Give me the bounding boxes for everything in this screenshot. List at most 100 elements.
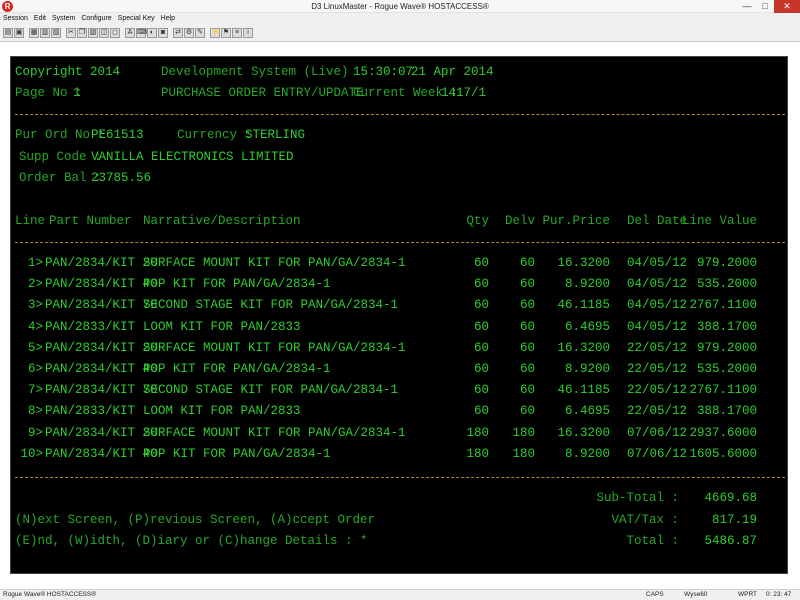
info-icon[interactable]: i [243, 28, 253, 38]
part-number: PAN/2833/KIT [45, 319, 136, 334]
line-description: SECOND STAGE KIT FOR PAN/GA/2834-1 [143, 383, 399, 398]
print-screen-icon[interactable]: ▨ [51, 28, 61, 38]
part-number: PAN/2834/KIT 40 [45, 277, 158, 292]
part-number: PAN/2833/KIT [45, 404, 136, 419]
line-description: POP KIT FOR PAN/GA/2834-1 [143, 362, 331, 376]
line-number: 10> [20, 446, 43, 461]
line-description: LOOM KIT FOR PAN/2833 [143, 404, 301, 419]
line-qty: 60 [473, 277, 489, 292]
line-del-date: 22/05/12 [627, 404, 688, 419]
line-price: 8.9200 [564, 446, 610, 461]
open-icon[interactable]: ▣ [14, 28, 24, 38]
capture-icon[interactable]: ◙ [158, 28, 168, 38]
line-del-date: 22/05/12 [627, 362, 688, 376]
line-number: 6> [27, 362, 43, 376]
terminal-screen[interactable]: Copyright 2014 Development System (Live)… [10, 56, 788, 574]
transfer-icon[interactable]: ⇄ [173, 28, 183, 38]
line-value: 388.1700 [696, 319, 757, 334]
copy-icon[interactable]: ❐ [77, 28, 87, 38]
col-part: Part Number [49, 214, 132, 228]
line-qty: 180 [466, 446, 489, 461]
page-number: 1 [73, 86, 81, 100]
col-narrative: Narrative/Description [143, 214, 301, 228]
col-price: Pur.Price [542, 214, 610, 228]
macro-icon[interactable]: ⚡ [210, 28, 220, 38]
line-value: 979.2000 [696, 256, 757, 270]
line-delivered: 60 [519, 362, 535, 376]
maximize-button[interactable]: □ [756, 0, 774, 13]
options-line-2[interactable]: (E)nd, (W)idth, (D)iary or (C)hange Deta… [15, 533, 368, 549]
part-number: PAN/2834/KIT 70 [45, 298, 158, 313]
keyboard-icon[interactable]: ⌨ [136, 28, 147, 38]
line-number: 3> [27, 298, 43, 313]
part-number: PAN/2834/KIT 20 [45, 425, 158, 440]
new-session-icon[interactable]: ▤ [3, 28, 13, 38]
line-number: 5> [27, 340, 43, 355]
menu-configure[interactable]: Configure [81, 13, 111, 25]
vat-label: VAT/Tax : [611, 513, 679, 527]
menu-session[interactable]: Session [3, 13, 28, 25]
line-qty: 180 [466, 425, 489, 440]
options-line-1: (N)ext Screen, (P)revious Screen, (A)cce… [15, 513, 376, 527]
part-number: PAN/2834/KIT 40 [45, 362, 158, 376]
line-del-date: 04/05/12 [627, 277, 688, 292]
line-number: 7> [27, 383, 43, 398]
close-button[interactable]: ✕ [774, 0, 800, 13]
menu-edit[interactable]: Edit [34, 13, 46, 25]
part-number: PAN/2834/KIT 40 [45, 446, 158, 461]
screen-title: PURCHASE ORDER ENTRY/UPDATE [161, 86, 364, 100]
cut-icon[interactable]: ✂ [66, 28, 76, 38]
print-icon[interactable]: ▥ [40, 28, 50, 38]
line-delivered: 60 [519, 383, 535, 398]
line-qty: 60 [473, 298, 489, 313]
menu-special-key[interactable]: Special Key [118, 13, 155, 25]
line-price: 46.1185 [557, 383, 610, 398]
line-description: POP KIT FOR PAN/GA/2834-1 [143, 446, 331, 461]
line-price: 46.1185 [557, 298, 610, 313]
line-delivered: 60 [519, 340, 535, 355]
save-icon[interactable]: ▦ [29, 28, 39, 38]
select-all-icon[interactable]: ◫ [99, 28, 109, 38]
menu-help[interactable]: Help [161, 13, 175, 25]
line-del-date: 22/05/12 [627, 340, 688, 355]
line-value: 535.2000 [696, 277, 757, 292]
tools-icon[interactable]: ✎ [195, 28, 205, 38]
colors-icon[interactable]: ◐ [147, 28, 157, 38]
line-number: 2> [27, 277, 43, 292]
status-bar: Rogue Wave® HOSTACCESS® CAPS Wyse60 WPRT… [0, 589, 800, 600]
line-delivered: 60 [519, 404, 535, 419]
line-qty: 60 [473, 340, 489, 355]
line-price: 6.4695 [564, 404, 610, 419]
status-clock: 0: 23: 47 [766, 591, 792, 598]
script-icon[interactable]: ≡ [232, 28, 242, 38]
status-app-name: Rogue Wave® HOSTACCESS® [3, 591, 97, 598]
total-value: 5486.87 [704, 534, 757, 548]
line-value: 979.2000 [696, 340, 757, 355]
part-number: PAN/2834/KIT 70 [45, 383, 158, 398]
col-line: Line [15, 214, 46, 228]
line-number: 1> [27, 256, 43, 270]
line-description: SURFACE MOUNT KIT FOR PAN/GA/2834-1 [143, 425, 406, 440]
line-price: 16.3200 [557, 340, 610, 355]
title-bar: R D3 LinuxMaster - Rogue Wave® HOSTACCES… [0, 0, 800, 13]
line-value: 2767.1100 [689, 383, 757, 398]
line-del-date: 07/06/12 [627, 446, 688, 461]
part-number: PAN/2834/KIT 20 [45, 256, 158, 270]
line-value: 388.1700 [696, 404, 757, 419]
settings-icon[interactable]: ⚙ [184, 28, 194, 38]
paste-icon[interactable]: ▧ [88, 28, 98, 38]
line-description: SURFACE MOUNT KIT FOR PAN/GA/2834-1 [143, 256, 406, 270]
divider [15, 114, 785, 115]
line-price: 16.3200 [557, 256, 610, 270]
time-text: 15:30:07 [353, 65, 414, 79]
menu-system[interactable]: System [52, 13, 75, 25]
line-delivered: 60 [519, 298, 535, 313]
clear-icon[interactable]: ◻ [110, 28, 120, 38]
minimize-button[interactable]: — [738, 0, 756, 13]
menu-bar: Session Edit System Configure Special Ke… [0, 13, 800, 25]
hotkey-icon[interactable]: ⚑ [221, 28, 231, 38]
subtotal-label: Sub-Total : [596, 491, 679, 505]
line-price: 16.3200 [557, 425, 610, 440]
line-del-date: 22/05/12 [627, 383, 688, 398]
font-icon[interactable]: A [125, 28, 135, 38]
